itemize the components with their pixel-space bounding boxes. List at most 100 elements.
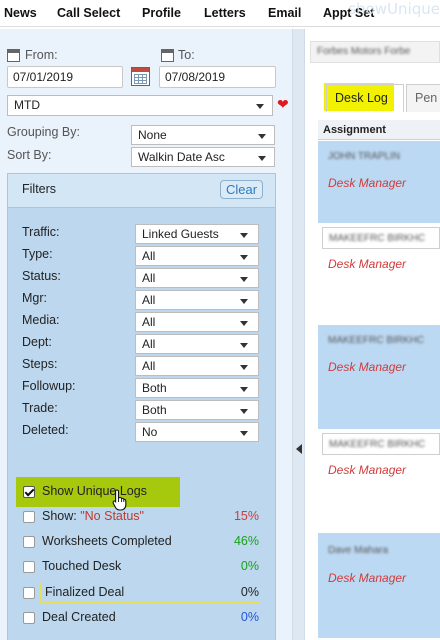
- no-status-pct: 15%: [233, 509, 259, 523]
- from-date-input[interactable]: 07/01/2019: [7, 66, 123, 88]
- filter-select-followup[interactable]: Both: [135, 378, 259, 398]
- desk-log-panel: Forbes Motors Forbe Desk Log Pen Assignm…: [306, 29, 440, 640]
- filter-value: All: [142, 293, 156, 307]
- show-no-status-checkbox[interactable]: [23, 511, 35, 523]
- filter-label-followup: Followup:: [22, 379, 76, 393]
- collapse-left-icon[interactable]: [296, 444, 302, 454]
- touched-desk-checkbox[interactable]: [23, 561, 35, 573]
- show-prefix: Show:: [42, 509, 81, 523]
- show-unique-logs-checkbox[interactable]: [23, 486, 35, 498]
- from-label: From:: [25, 48, 58, 62]
- chevron-down-icon: [258, 156, 266, 161]
- calendar-icon: [7, 49, 20, 62]
- assignment-column-header[interactable]: Assignment: [318, 120, 440, 140]
- nav-email[interactable]: Email: [268, 6, 301, 20]
- assignment-role: Desk Manager: [328, 257, 407, 271]
- filter-value: All: [142, 337, 156, 351]
- filter-select-media[interactable]: All: [135, 312, 259, 332]
- table-row[interactable]: MAKEEFRC BIRKHC Desk Manager: [318, 325, 440, 429]
- sort-label: Sort By:: [7, 148, 52, 162]
- table-row[interactable]: MAKEEFRC BIRKHC Desk Manager: [318, 429, 440, 533]
- tab-pending[interactable]: Pen: [406, 84, 440, 112]
- filter-select-type[interactable]: All: [135, 246, 259, 266]
- hand-cursor-icon: [112, 489, 127, 511]
- worksheets-completed-pct: 46%: [233, 534, 259, 548]
- filter-label-media: Media:: [22, 313, 60, 327]
- chevron-down-icon: [258, 134, 266, 139]
- worksheets-completed-checkbox[interactable]: [23, 536, 35, 548]
- touched-desk-label: Touched Desk: [42, 559, 122, 573]
- calendar-picker-icon[interactable]: [131, 67, 150, 86]
- panel-divider[interactable]: [292, 29, 305, 640]
- filter-label-steps: Steps:: [22, 357, 58, 371]
- nav-news[interactable]: News: [4, 6, 37, 20]
- filter-value: All: [142, 249, 156, 263]
- filter-select-status[interactable]: All: [135, 268, 259, 288]
- filter-label-deleted: Deleted:: [22, 423, 69, 437]
- heart-icon[interactable]: ❤: [277, 96, 289, 113]
- filter-select-deleted[interactable]: No: [135, 422, 259, 442]
- filter-select-trade[interactable]: Both: [135, 400, 259, 420]
- nav-profile[interactable]: Profile: [142, 6, 181, 20]
- grouping-value: None: [138, 128, 167, 142]
- filter-value: All: [142, 315, 156, 329]
- assignment-role: Desk Manager: [328, 176, 407, 190]
- left-filter-panel: From: To: 07/01/2019 07/08/2019 MTD ❤ Gr…: [0, 29, 292, 640]
- finalized-deal-label: Finalized Deal: [45, 585, 125, 599]
- filter-value: Both: [142, 403, 167, 417]
- assignee-box: MAKEEFRC BIRKHC: [322, 433, 440, 455]
- chevron-down-icon: [240, 233, 248, 238]
- filter-select-steps[interactable]: All: [135, 356, 259, 376]
- filter-value: No: [142, 425, 158, 439]
- assignee-name: JOHN TRAPLIN: [328, 151, 401, 162]
- dealer-names: Forbes Motors Forbe: [317, 46, 411, 57]
- chevron-down-icon: [240, 409, 248, 414]
- deal-created-pct: 0%: [240, 610, 259, 624]
- nav-call-select[interactable]: Call Select: [57, 6, 120, 20]
- filters-title: Filters: [22, 182, 57, 196]
- date-range-select[interactable]: MTD: [7, 95, 273, 116]
- top-nav: News Call Select Profile Letters Email A…: [0, 0, 440, 27]
- touched-desk-pct: 0%: [240, 559, 259, 573]
- filter-select-mgr[interactable]: All: [135, 290, 259, 310]
- sort-select[interactable]: Walkin Date Asc: [131, 147, 275, 167]
- chevron-down-icon: [240, 431, 248, 436]
- nav-letters[interactable]: Letters: [204, 6, 246, 20]
- tab-bar: Desk Log Pen: [312, 81, 440, 113]
- deal-created-checkbox[interactable]: [23, 612, 35, 624]
- chevron-down-icon: [240, 277, 248, 282]
- assignment-role: Desk Manager: [328, 463, 407, 477]
- show-unique-logs-label: Show Unique Logs: [42, 484, 147, 498]
- assignee-name: Dave Mahara: [328, 545, 389, 556]
- filters-panel: Filters Clear Traffic: Linked Guests Typ…: [7, 173, 276, 640]
- table-row[interactable]: MAKEEFRC BIRKHC Desk Manager: [318, 223, 440, 325]
- finalized-deal-checkbox[interactable]: [23, 587, 35, 599]
- to-date-input[interactable]: 07/08/2019: [159, 66, 276, 88]
- assignee-name: MAKEEFRC BIRKHC: [328, 335, 425, 346]
- filter-value: Both: [142, 381, 167, 395]
- tab-desk-log[interactable]: Desk Log: [326, 84, 404, 112]
- chevron-down-icon: [256, 104, 264, 109]
- tab-desk-log-label: Desk Log: [335, 91, 388, 105]
- chevron-down-icon: [240, 299, 248, 304]
- calendar-icon: [161, 49, 174, 62]
- filter-label-status: Status:: [22, 269, 61, 283]
- grouping-select[interactable]: None: [131, 125, 275, 145]
- filter-select-traffic[interactable]: Linked Guests: [135, 224, 259, 244]
- assignee-name: MAKEEFRC BIRKHC: [329, 233, 426, 244]
- no-status-text: "No Status": [80, 509, 144, 523]
- grouping-label: Grouping By:: [7, 125, 80, 139]
- worksheets-completed-label: Worksheets Completed: [42, 534, 172, 548]
- tab-pending-label: Pen: [415, 91, 438, 105]
- table-row[interactable]: JOHN TRAPLIN Desk Manager: [318, 141, 440, 223]
- filter-select-dept[interactable]: All: [135, 334, 259, 354]
- table-row[interactable]: Dave Mahara Desk Manager: [318, 533, 440, 638]
- to-label: To:: [178, 48, 195, 62]
- clear-button[interactable]: Clear: [220, 180, 263, 199]
- dealer-bar: Forbes Motors Forbe: [310, 41, 440, 63]
- filter-label-mgr: Mgr:: [22, 291, 47, 305]
- show-no-status-label: Show: "No Status": [42, 509, 144, 523]
- assignment-role: Desk Manager: [328, 571, 407, 585]
- filter-label-dept: Dept:: [22, 335, 52, 349]
- watermark: showUnique: [348, 0, 440, 18]
